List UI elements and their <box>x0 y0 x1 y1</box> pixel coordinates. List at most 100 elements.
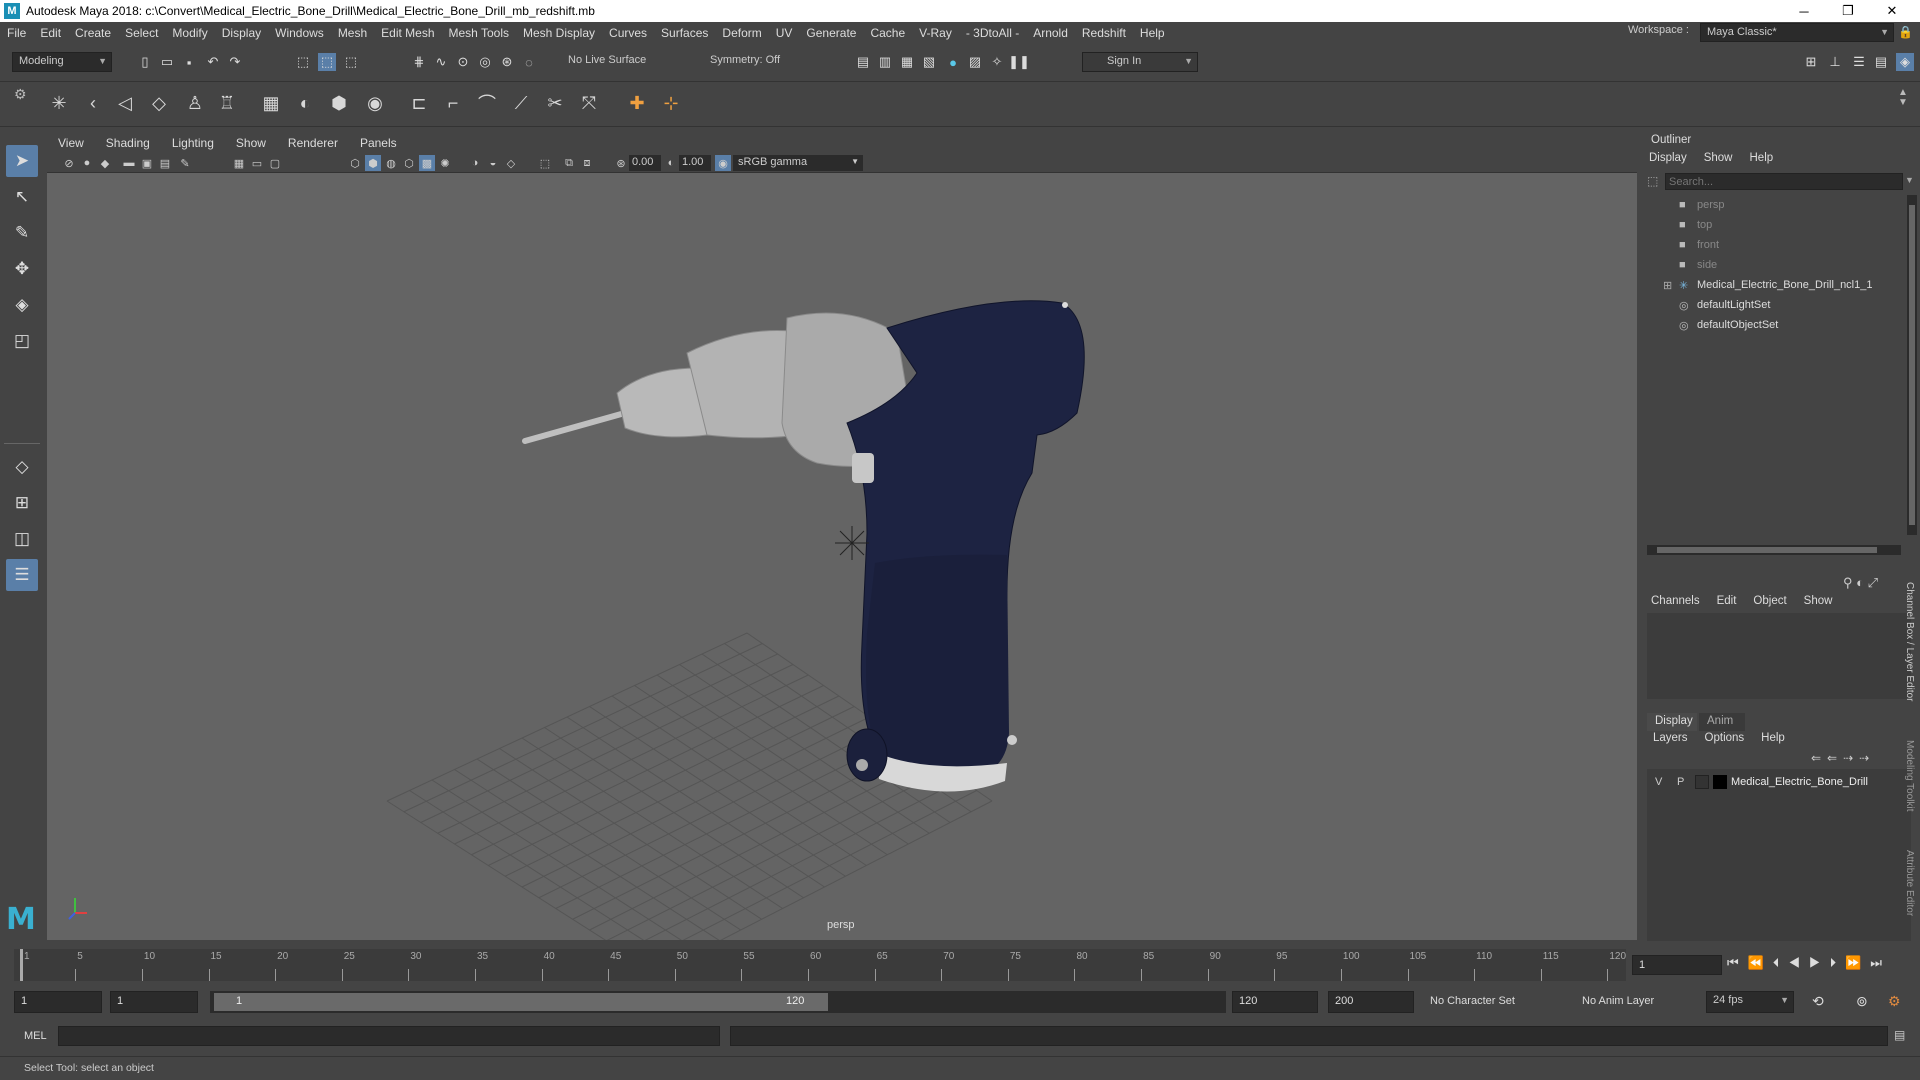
menu-3dtoall[interactable]: - 3DtoAll - <box>959 26 1026 40</box>
menu-surfaces[interactable]: Surfaces <box>654 26 715 40</box>
new-scene-icon[interactable]: ▯ <box>136 53 154 71</box>
layer-editor-icon[interactable]: ◈ <box>1896 53 1914 71</box>
gamma-icon[interactable]: ◐ <box>663 155 679 171</box>
range-end-field[interactable]: 200 <box>1328 991 1414 1013</box>
menu-help[interactable]: Help <box>1761 732 1785 744</box>
menu-set-dropdown[interactable]: Modeling ▼ <box>12 52 112 72</box>
bezier-curve-icon[interactable]: ◇ <box>144 88 174 118</box>
menu-channels[interactable]: Channels <box>1651 595 1700 607</box>
tab-anim[interactable]: Anim <box>1699 713 1745 731</box>
menu-help[interactable]: Help <box>1133 26 1172 40</box>
current-frame-field[interactable]: 1 <box>1632 955 1722 975</box>
animation-preferences-icon[interactable]: ⚙ <box>1888 993 1901 1010</box>
use-lights-icon[interactable]: ✺ <box>437 155 453 171</box>
menu-options[interactable]: Options <box>1705 732 1745 744</box>
outliner-layout-icon[interactable]: ☰ <box>6 559 38 591</box>
viewport-menu-panels[interactable]: Panels <box>349 136 408 150</box>
shadows-icon[interactable]: ◑ <box>467 155 483 171</box>
bookmark-icon[interactable]: ▬ <box>121 155 137 171</box>
expand-icon[interactable]: ⊞ <box>1663 279 1672 292</box>
menu-mesh[interactable]: Mesh <box>331 26 374 40</box>
range-slider-handle[interactable] <box>214 993 828 1011</box>
auto-key-icon[interactable]: ⊚ <box>1856 993 1868 1010</box>
color-management-icon[interactable]: ◉ <box>715 155 731 171</box>
viewport-menu-show[interactable]: Show <box>225 136 277 150</box>
xray-icon[interactable]: ⧉ <box>561 155 577 171</box>
render-frame-icon[interactable]: ▥ <box>876 53 894 71</box>
side-tab-modeling-toolkit[interactable]: Modeling Toolkit <box>1904 740 1915 830</box>
grease-pencil-icon[interactable]: ✎ <box>177 155 193 171</box>
poly-cube-icon[interactable]: ▦ <box>256 88 286 118</box>
command-input[interactable] <box>58 1026 720 1046</box>
menu-generate[interactable]: Generate <box>799 26 863 40</box>
two-view-icon[interactable]: ◫ <box>6 523 38 555</box>
tool-settings-icon[interactable]: ☰ <box>1850 53 1868 71</box>
camera-lock-icon[interactable]: ● <box>79 155 95 171</box>
multi-cut-icon[interactable]: ✂ <box>540 88 570 118</box>
curve-tool-icon[interactable]: ‹ <box>78 88 108 118</box>
pause-viewport-icon[interactable]: ❚❚ <box>1008 53 1030 71</box>
sign-in-dropdown[interactable]: Sign In ▼ <box>1082 52 1198 72</box>
playback-end-field[interactable]: 120 <box>1232 991 1318 1013</box>
menu-select[interactable]: Select <box>118 26 165 40</box>
loop-icon[interactable]: ⟲ <box>1812 993 1824 1010</box>
shelf-scroll-icon[interactable]: ▲ ▼ <box>1898 88 1908 108</box>
snap-grid-icon[interactable]: ⋕ <box>410 53 428 71</box>
snap-point-icon[interactable]: ⊙ <box>454 53 472 71</box>
ambient-occlusion-icon[interactable]: ◒ <box>485 155 501 171</box>
playback-start-field[interactable]: 1 <box>110 991 198 1013</box>
layer-type-box[interactable] <box>1695 775 1709 789</box>
menu-help[interactable]: Help <box>1750 152 1774 168</box>
light-editor-icon[interactable]: ✧ <box>988 53 1006 71</box>
hypershade-icon[interactable]: ● <box>944 53 962 71</box>
menu-display[interactable]: Display <box>1649 152 1687 168</box>
menu-show[interactable]: Show <box>1804 595 1833 607</box>
menu-v-ray[interactable]: V-Ray <box>912 26 959 40</box>
smooth-shade-icon[interactable]: ⬢ <box>365 155 381 171</box>
layer-color-swatch[interactable] <box>1713 775 1727 789</box>
time-slider[interactable]: 1 5 10 15 20 25 30 35 40 45 50 55 60 65 70 75 80 85 90 95 10… <box>0 945 1920 985</box>
snap-live-icon[interactable]: ⊛ <box>498 53 516 71</box>
ep-curve-icon[interactable]: ◁ <box>110 88 140 118</box>
menu-create[interactable]: Create <box>68 26 118 40</box>
select-by-hierarchy-icon[interactable]: ⬚ <box>294 53 312 71</box>
chevron-down-icon[interactable]: ▼ <box>1905 175 1914 185</box>
append-icon[interactable]: ⟋ <box>506 88 536 118</box>
rotate-tool-icon[interactable]: ◈ <box>6 289 38 321</box>
bridge-icon[interactable]: ⌒ <box>472 88 502 118</box>
resolution-gate-icon[interactable]: ▢ <box>267 155 283 171</box>
extrude-icon[interactable]: ⊏ <box>404 88 434 118</box>
workspace-dropdown[interactable]: Maya Classic* ▼ <box>1700 23 1894 42</box>
select-by-object-icon[interactable]: ⬚ <box>318 53 336 71</box>
open-scene-icon[interactable]: ▭ <box>158 53 176 71</box>
poly-cone-icon[interactable]: ◉ <box>360 88 390 118</box>
wireframe-on-shaded-icon[interactable]: ⬡ <box>401 155 417 171</box>
range-slider[interactable]: 1 120 <box>210 991 1226 1013</box>
single-view-icon[interactable]: ◇ <box>6 451 38 483</box>
ipr-render-icon[interactable]: ▦ <box>898 53 916 71</box>
layer-row[interactable]: V P Medical_Electric_Bone_Drill <box>1647 773 1911 793</box>
poly-sphere-icon[interactable]: ◐ <box>290 88 320 118</box>
select-by-component-icon[interactable]: ⬚ <box>342 53 360 71</box>
modeling-toolkit-icon[interactable]: ⊞ <box>1802 53 1820 71</box>
poly-cylinder-icon[interactable]: ⬢ <box>324 88 354 118</box>
command-language-label[interactable]: MEL <box>24 1030 47 1042</box>
live-surface-field[interactable]: No Live Surface <box>562 52 662 72</box>
viewport-3d[interactable]: persp <box>47 173 1637 940</box>
layer-toolbar-icons[interactable]: ⇐⇐⇢⇢ <box>1811 751 1875 765</box>
snap-view-plane-icon[interactable]: ◎ <box>476 53 494 71</box>
menu-cache[interactable]: Cache <box>863 26 912 40</box>
menu-curves[interactable]: Curves <box>602 26 654 40</box>
camera-select-icon[interactable]: ⊘ <box>61 155 77 171</box>
humanik-icon[interactable]: ♙ <box>180 88 210 118</box>
tab-display[interactable]: Display <box>1647 713 1697 731</box>
color-space-dropdown[interactable]: sRGB gamma ▼ <box>733 155 863 171</box>
range-start-field[interactable]: 1 <box>14 991 102 1013</box>
menu-uv[interactable]: UV <box>769 26 800 40</box>
exposure-field[interactable]: 0.00 <box>629 155 661 171</box>
layer-playback-toggle[interactable]: P <box>1677 776 1684 788</box>
outliner-h-scrollbar[interactable] <box>1647 545 1901 555</box>
exposure-icon[interactable]: ⊛ <box>613 155 629 171</box>
outliner-v-scrollbar[interactable] <box>1907 195 1917 535</box>
filter-icon[interactable]: ⬚ <box>1647 174 1658 188</box>
